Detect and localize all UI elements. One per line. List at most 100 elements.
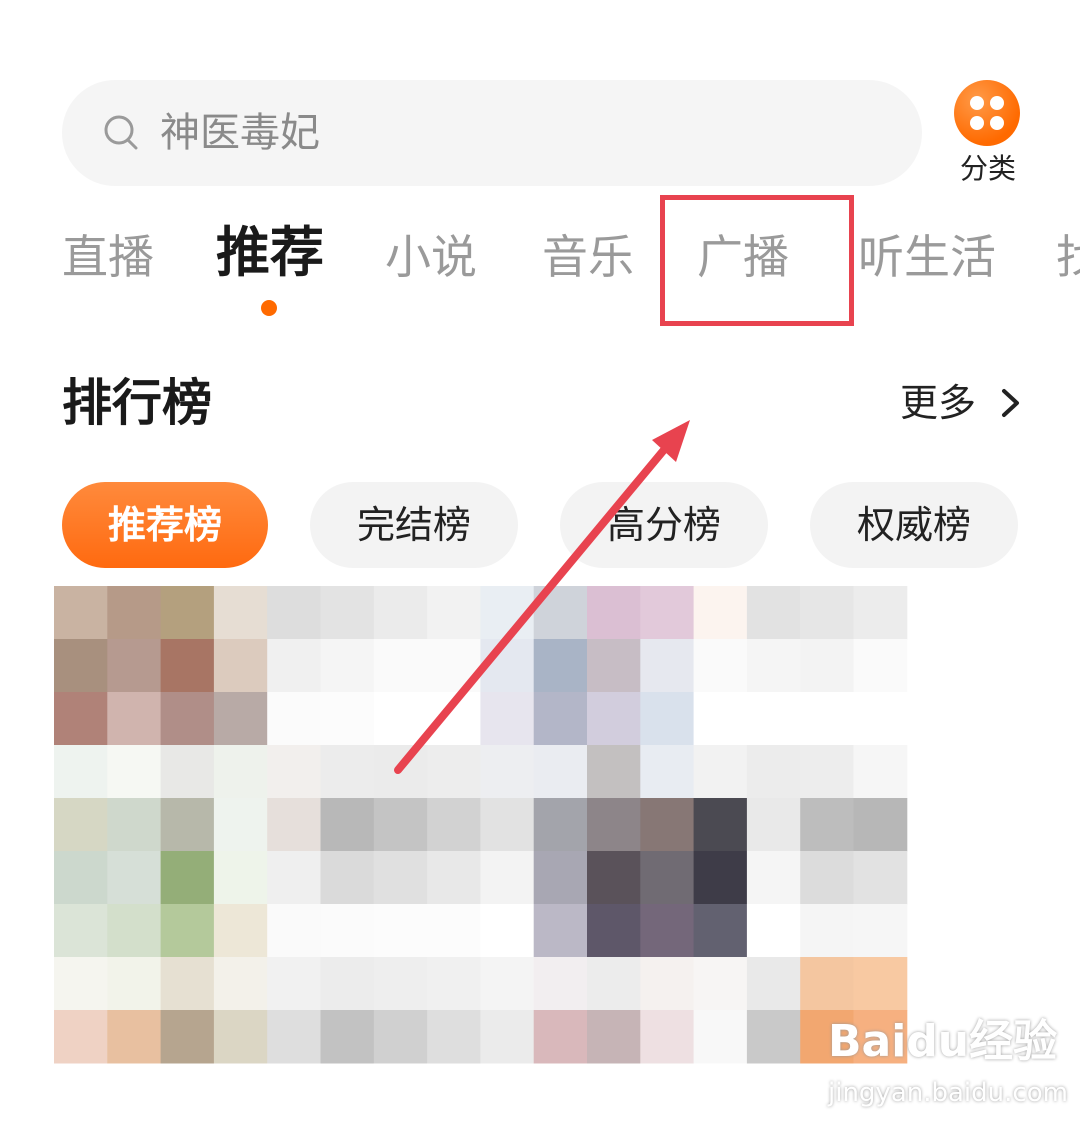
mosaic-cell — [267, 1010, 321, 1064]
mosaic-cell — [107, 904, 162, 958]
mosaic-cell — [480, 745, 535, 799]
tab-novel[interactable]: 小说 — [385, 222, 477, 292]
mosaic-cell — [54, 692, 108, 746]
section-title: 排行榜 — [62, 374, 212, 432]
search-bar[interactable]: 神医毒妃 — [62, 80, 922, 186]
mosaic-cell — [746, 1010, 801, 1064]
mosaic-cell — [267, 639, 321, 693]
mosaic-cell — [427, 692, 481, 746]
mosaic-cell — [160, 798, 215, 852]
mosaic-cell — [427, 851, 481, 905]
tab-bar: 直播 推荐 小说 音乐 广播 听生活 找 — [0, 221, 1080, 302]
mosaic-cell — [54, 851, 108, 905]
mosaic-cell — [533, 904, 588, 958]
mosaic-cell — [693, 639, 748, 693]
mosaic-cell — [213, 639, 268, 693]
chevron-right-icon[interactable] — [998, 386, 1024, 420]
mosaic-cell — [640, 957, 695, 1011]
mosaic-cell — [54, 904, 108, 958]
chip-authority[interactable]: 权威榜 — [810, 482, 1018, 568]
mosaic-cell — [427, 957, 481, 1011]
mosaic-cell — [533, 851, 588, 905]
tab-music[interactable]: 音乐 — [542, 222, 634, 292]
highlight-box — [660, 195, 854, 326]
chip-recommend[interactable]: 推荐榜 — [62, 482, 268, 568]
mosaic-cell — [693, 957, 748, 1011]
mosaic-cell — [587, 798, 641, 852]
mosaic-cell — [693, 745, 748, 799]
mosaic-cell — [693, 798, 748, 852]
tab-recommend[interactable]: 推荐 — [216, 218, 324, 288]
tab-partial[interactable]: 找 — [1056, 222, 1080, 292]
mosaic-cell — [107, 639, 162, 693]
mosaic-cell — [107, 586, 162, 640]
mosaic-cell — [54, 957, 108, 1011]
mosaic-cell — [587, 904, 641, 958]
mosaic-cell — [533, 957, 588, 1011]
mosaic-cell — [800, 798, 854, 852]
mosaic-cell — [480, 957, 535, 1011]
mosaic-cell — [640, 692, 695, 746]
mosaic-cell — [373, 745, 428, 799]
mosaic-cell — [267, 745, 321, 799]
tab-life[interactable]: 听生活 — [858, 222, 996, 292]
mosaic-cell — [267, 798, 321, 852]
active-tab-indicator — [261, 300, 277, 316]
mosaic-cell — [800, 851, 854, 905]
mosaic-cell — [320, 639, 375, 693]
mosaic-cell — [640, 904, 695, 958]
mosaic-cell — [640, 1010, 695, 1064]
mosaic-cell — [587, 692, 641, 746]
mosaic-cell — [800, 639, 854, 693]
search-placeholder[interactable]: 神医毒妃 — [160, 107, 320, 159]
mosaic-cell — [54, 586, 108, 640]
mosaic-cell — [373, 957, 428, 1011]
mosaic-cell — [533, 639, 588, 693]
mosaic-cell — [54, 1010, 108, 1064]
mosaic-cell — [640, 639, 695, 693]
mosaic-cell — [267, 904, 321, 958]
mosaic-cell — [213, 745, 268, 799]
mosaic-cell — [320, 904, 375, 958]
watermark-logo: Baidu经验 — [828, 1016, 1058, 1067]
mosaic-cell — [373, 1010, 428, 1064]
mosaic-cell — [746, 798, 801, 852]
mosaic-cell — [373, 692, 428, 746]
mosaic-cell — [693, 904, 748, 958]
mosaic-cell — [427, 639, 481, 693]
mosaic-cell — [160, 904, 215, 958]
mosaic-cell — [160, 1010, 215, 1064]
mosaic-cell — [853, 639, 908, 693]
mosaic-cell — [800, 957, 854, 1011]
mosaic-cell — [54, 798, 108, 852]
mosaic-cell — [746, 851, 801, 905]
mosaic-cell — [373, 904, 428, 958]
baidu-watermark: Baidu经验 jingyan.baidu.com — [828, 1014, 1068, 1124]
search-icon — [104, 115, 138, 150]
mosaic-cell — [427, 904, 481, 958]
mosaic-cell — [427, 586, 481, 640]
mosaic-cell — [373, 798, 428, 852]
mosaic-cell — [746, 586, 801, 640]
mosaic-cell — [160, 957, 215, 1011]
mosaic-cell — [640, 586, 695, 640]
mosaic-cell — [320, 586, 375, 640]
mosaic-cell — [693, 692, 748, 746]
mosaic-cell — [373, 639, 428, 693]
mosaic-cell — [587, 851, 641, 905]
category-button[interactable]: 分类 — [948, 80, 1028, 190]
mosaic-cell — [480, 798, 535, 852]
mosaic-cell — [54, 639, 108, 693]
mosaic-cell — [533, 798, 588, 852]
chip-high-score[interactable]: 高分榜 — [560, 482, 768, 568]
mosaic-cell — [587, 586, 641, 640]
mosaic-cell — [853, 798, 908, 852]
mosaic-cell — [693, 851, 748, 905]
chip-completed[interactable]: 完结榜 — [310, 482, 518, 568]
mosaic-cell — [320, 745, 375, 799]
mosaic-cell — [853, 957, 908, 1011]
mosaic-cell — [853, 745, 908, 799]
more-link[interactable]: 更多 — [900, 378, 976, 428]
tab-live[interactable]: 直播 — [62, 222, 154, 292]
mosaic-cell — [480, 692, 535, 746]
